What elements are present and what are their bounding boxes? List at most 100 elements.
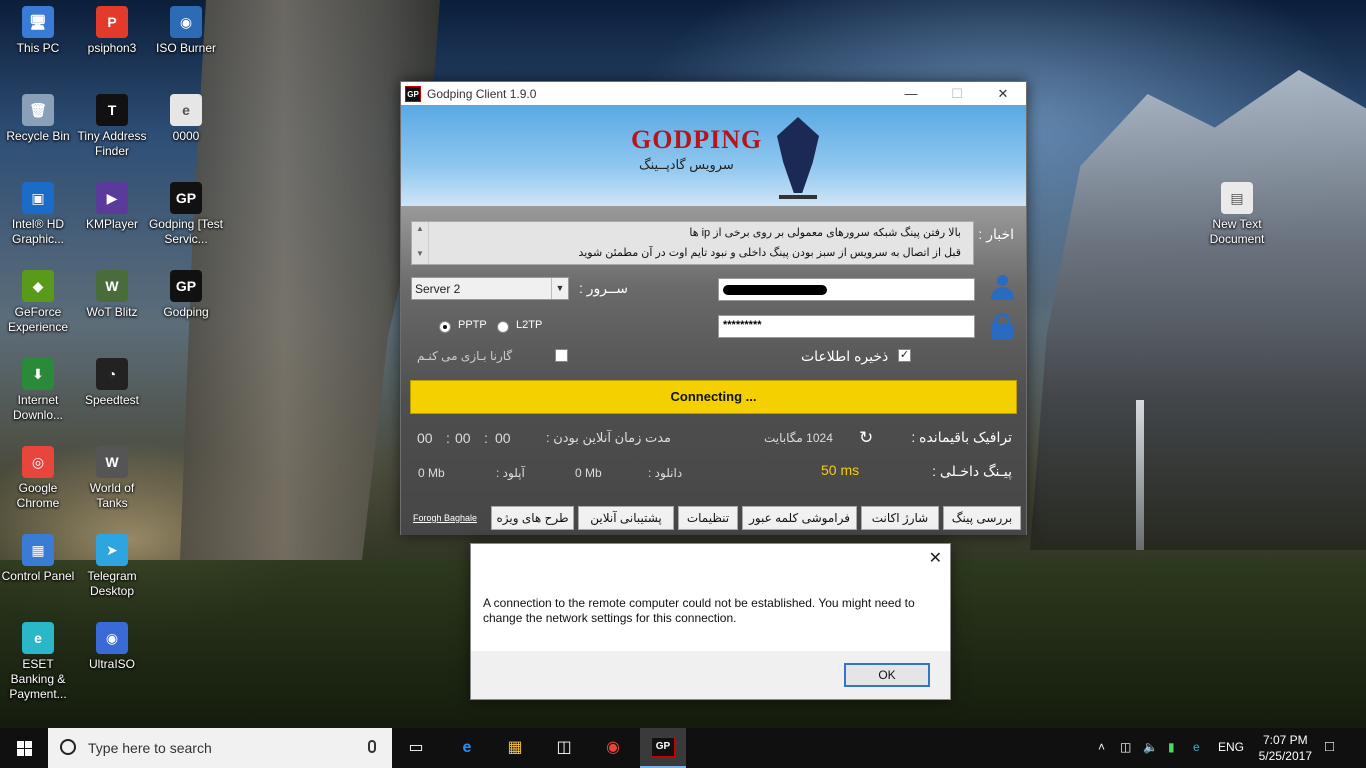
desktop-icon-eset-banking[interactable]: e ESET Banking & Payment... <box>0 622 76 702</box>
garena-checkbox[interactable] <box>555 349 568 362</box>
save-info-checkbox[interactable]: ✓ <box>898 349 911 362</box>
battery-icon[interactable]: ▮ <box>1168 740 1175 754</box>
download-value: 0 Mb <box>575 466 602 480</box>
desktop-icon-recycle-bin-label: Recycle Bin <box>6 129 70 143</box>
refresh-icon[interactable]: ↻ <box>859 428 873 448</box>
desktop-icon-this-pc[interactable]: 🖥 This PC <box>0 6 76 56</box>
edge-icon[interactable]: e <box>455 736 479 760</box>
desktop-icon-intel-hd-graphics-label: Intel® HD Graphic... <box>11 217 65 246</box>
charge-account-button[interactable]: شارژ اکانت <box>861 506 939 530</box>
wallpaper-mountain-right <box>1030 70 1366 550</box>
server-select[interactable]: Server 2 ▼ <box>411 277 569 300</box>
tray-chevron-up-icon[interactable]: ˄ <box>1098 740 1105 754</box>
desktop-icon-google-chrome[interactable]: ◎ Google Chrome <box>0 446 76 511</box>
news-label: اخبار : <box>978 226 1014 242</box>
settings-button[interactable]: تنظیمات <box>678 506 738 530</box>
desktop-icon-control-panel[interactable]: ▦ Control Panel <box>0 534 76 584</box>
online-sep-2: : <box>484 430 488 446</box>
forgot-password-button[interactable]: فراموشی کلمه عبور <box>742 506 857 530</box>
news-box[interactable]: ▲ ▼ بالا رفتن پینگ شبکه سرورهای معمولی ب… <box>411 221 974 265</box>
desktop-icon-geforce-experience-glyph-icon: ◆ <box>22 270 54 302</box>
traffic-label: ترافیک باقیمانده : <box>911 429 1012 445</box>
l2tp-radio[interactable] <box>497 321 509 333</box>
news-line-2: قبل از اتصال به سرویس از سبز بودن پینگ د… <box>578 247 961 259</box>
taskbar-search[interactable]: Type here to search <box>48 728 392 768</box>
clock-time: 7:07 PM <box>1262 733 1308 747</box>
start-button[interactable] <box>0 728 48 768</box>
chrome-icon[interactable]: ◉ <box>601 736 625 760</box>
password-input[interactable]: ********* <box>718 315 975 338</box>
close-button[interactable]: ✕ <box>980 82 1026 105</box>
taskbar-godping[interactable]: GP <box>640 728 686 768</box>
chevron-down-icon[interactable]: ▼ <box>551 278 568 299</box>
news-scrollbar[interactable]: ▲ ▼ <box>412 222 429 264</box>
desktop-icon-ultraiso[interactable]: ◉ UltraISO <box>74 622 150 672</box>
desktop-icon-intel-hd-graphics-glyph-icon: ▣ <box>22 182 54 214</box>
file-explorer-icon[interactable]: ▦ <box>503 736 527 760</box>
desktop-icon-0000[interactable]: e 0000 <box>148 94 224 144</box>
desktop-icon-godping-test-glyph-icon: GP <box>170 182 202 214</box>
desktop-icon-tiny-address-finder[interactable]: T Tiny Address Finder <box>74 94 150 159</box>
minimize-button[interactable]: — <box>888 82 934 105</box>
desktop-icon-kmplayer[interactable]: ▶ KMPlayer <box>74 182 150 232</box>
godping-taskbar-icon: GP <box>651 737 675 757</box>
pptp-label: PPTP <box>458 319 487 331</box>
upload-label: آپلود : <box>496 466 525 480</box>
window-titlebar[interactable]: GP Godping Client 1.9.0 — ☐ ✕ <box>401 82 1026 105</box>
task-view-icon[interactable]: ▭ <box>404 736 428 760</box>
desktop-icon-internet-download-glyph-icon: ⬇ <box>22 358 54 390</box>
desktop-icon-godping-test[interactable]: GP Godping [Test Servic... <box>148 182 224 247</box>
network-icon[interactable]: ◫ <box>1120 740 1131 754</box>
desktop-icon-internet-download[interactable]: ⬇ Internet Downlo... <box>0 358 76 423</box>
online-support-button[interactable]: پشتیبانی آنلاین <box>578 506 674 530</box>
desktop-icon-godping[interactable]: GP Godping <box>148 270 224 320</box>
connect-button[interactable]: Connecting ... <box>410 380 1017 414</box>
desktop-icon-world-of-tanks[interactable]: W World of Tanks <box>74 446 150 511</box>
desktop-icon-tiny-address-finder-label: Tiny Address Finder <box>77 129 147 158</box>
taskbar-clock[interactable]: 7:07 PM 5/25/2017 <box>1259 732 1312 764</box>
scroll-down-icon[interactable]: ▼ <box>412 249 428 258</box>
volume-icon[interactable]: 🔈 <box>1143 740 1158 754</box>
desktop-icon-new-text-document[interactable]: ▤ New Text Document <box>1199 182 1275 247</box>
cortana-icon <box>60 739 76 755</box>
scroll-up-icon[interactable]: ▲ <box>412 224 428 233</box>
language-indicator[interactable]: ENG <box>1218 740 1244 754</box>
store-icon[interactable]: ◫ <box>552 736 576 760</box>
desktop-icon-intel-hd-graphics[interactable]: ▣ Intel® HD Graphic... <box>0 182 76 247</box>
dialog-close-icon[interactable]: ✕ <box>929 548 942 568</box>
special-plans-button[interactable]: طرح های ویژه <box>491 506 574 530</box>
desktop-icon-eset-banking-glyph-icon: e <box>22 622 54 654</box>
notification-icon[interactable]: □ <box>1325 738 1334 755</box>
search-placeholder: Type here to search <box>88 740 212 756</box>
taskbar: Type here to search ▭ e ▦ ◫ ◉ GP ˄ ◫ 🔈 ▮… <box>0 728 1366 768</box>
desktop-icon-recycle-bin[interactable]: 🗑 Recycle Bin <box>0 94 76 144</box>
online-minutes: 00 <box>455 430 471 446</box>
online-time-label: مدت زمان آنلاین بودن : <box>546 430 672 445</box>
microphone-icon[interactable] <box>368 740 376 753</box>
godping-app-icon: GP <box>405 85 421 102</box>
pptp-radio[interactable] <box>439 321 451 333</box>
godping-logo-subtitle: سرویس گادپــینگ <box>639 157 734 172</box>
username-input[interactable] <box>718 278 975 301</box>
desktop-icon-telegram[interactable]: ➤ Telegram Desktop <box>74 534 150 599</box>
ok-button[interactable]: OK <box>844 663 930 687</box>
desktop-icon-wot-blitz[interactable]: W WoT Blitz <box>74 270 150 320</box>
server-label: ســرور : <box>579 280 628 296</box>
check-ping-button[interactable]: بررسی پینگ <box>943 506 1021 530</box>
credit-link[interactable]: Forogh Baghale <box>413 513 477 523</box>
maximize-button[interactable]: ☐ <box>934 82 980 105</box>
desktop-icon-geforce-experience[interactable]: ◆ GeForce Experience <box>0 270 76 335</box>
eset-tray-icon[interactable]: e <box>1193 740 1200 754</box>
eagle-emblem-icon <box>777 117 819 193</box>
godping-window: GP Godping Client 1.9.0 — ☐ ✕ GODPING سر… <box>400 81 1027 535</box>
desktop-icon-psiphon3-label: psiphon3 <box>87 41 137 55</box>
desktop-icon-this-pc-glyph-icon: 🖥 <box>22 6 54 38</box>
desktop-icon-speedtest-glyph-icon: ◔ <box>96 358 128 390</box>
desktop-icon-iso-burner[interactable]: ◉ ISO Burner <box>148 6 224 56</box>
desktop-icon-recycle-bin-glyph-icon: 🗑 <box>22 94 54 126</box>
desktop-icon-world-of-tanks-glyph-icon: W <box>96 446 128 478</box>
desktop-icon-speedtest[interactable]: ◔ Speedtest <box>74 358 150 408</box>
desktop-icon-psiphon3[interactable]: Ppsiphon3 <box>74 6 150 56</box>
windows-logo-icon <box>17 741 24 748</box>
desktop-icon-0000-glyph-icon: e <box>170 94 202 126</box>
